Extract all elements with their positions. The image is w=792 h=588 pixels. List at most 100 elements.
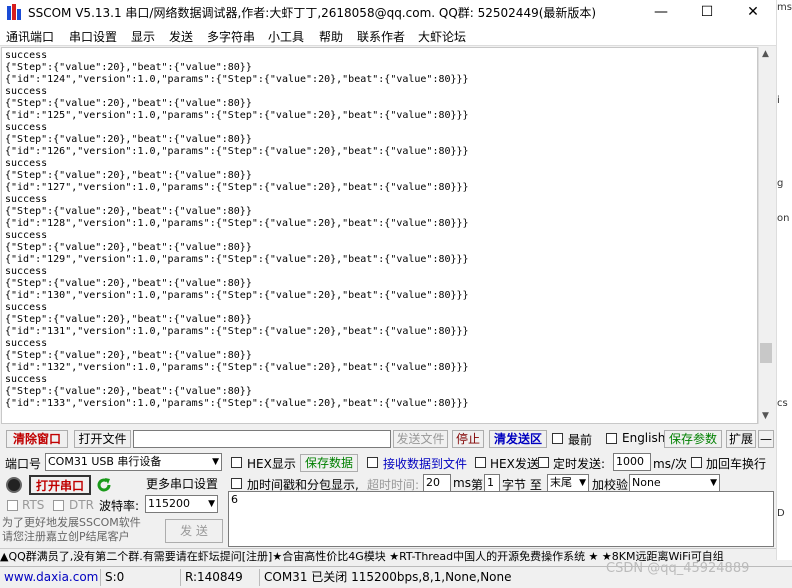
end-select-value: 末尾 bbox=[550, 476, 572, 489]
menu-display[interactable]: 显示 bbox=[131, 28, 155, 45]
menu-multi-string[interactable]: 多字符串 bbox=[207, 28, 255, 45]
promo-text[interactable]: 为了更好地发展SSCOM软件 请您注册嘉立创P结尾客户 bbox=[2, 516, 162, 544]
receive-line: success bbox=[5, 338, 48, 349]
hex-display-label: HEX显示 bbox=[247, 457, 296, 471]
receive-scrollbar[interactable]: ▲ ▼ bbox=[758, 47, 775, 424]
receive-line: {"Step":{"value":20},"beat":{"value":80}… bbox=[5, 62, 252, 73]
send-file-button[interactable]: 发送文件 bbox=[393, 430, 448, 448]
save-data-button[interactable]: 保存数据 bbox=[300, 454, 358, 472]
menu-contact-author[interactable]: 联系作者 bbox=[357, 28, 405, 45]
receive-line: {"id":"129","version":1.0,"params":{"Ste… bbox=[5, 254, 469, 265]
receive-line: success bbox=[5, 158, 48, 169]
receive-area[interactable]: success {"Step":{"value":20},"beat":{"val… bbox=[1, 47, 758, 424]
receive-line: {"Step":{"value":20},"beat":{"value":80}… bbox=[5, 134, 252, 145]
rts-label: RTS bbox=[22, 498, 45, 512]
side-text: ms bbox=[777, 2, 792, 13]
open-file-button[interactable]: 打开文件 bbox=[74, 430, 131, 448]
stop-button[interactable]: 停止 bbox=[452, 430, 484, 448]
menu-serial-settings[interactable]: 串口设置 bbox=[69, 28, 117, 45]
receive-line: {"Step":{"value":20},"beat":{"value":80}… bbox=[5, 350, 252, 361]
app-icon bbox=[7, 4, 21, 20]
english-checkbox[interactable] bbox=[606, 433, 617, 444]
status-port-state: COM31 已关闭 115200bps,8,1,None,None bbox=[259, 569, 512, 586]
refresh-icon[interactable] bbox=[95, 476, 113, 494]
expand-button[interactable]: 扩展 bbox=[726, 430, 756, 448]
clear-window-button[interactable]: 清除窗口 bbox=[6, 430, 68, 448]
add-crlf-label: 加回车换行 bbox=[706, 457, 767, 471]
timestamp-checkbox[interactable] bbox=[231, 478, 242, 489]
scroll-down-icon[interactable]: ▼ bbox=[762, 411, 769, 421]
close-button[interactable]: ✕ bbox=[730, 0, 776, 24]
english-label: English bbox=[622, 431, 666, 445]
end-select[interactable]: 末尾 ▼ bbox=[547, 474, 589, 492]
menu-send[interactable]: 发送 bbox=[169, 28, 193, 45]
receive-line: {"id":"127","version":1.0,"params":{"Ste… bbox=[5, 182, 469, 193]
side-text: on bbox=[777, 213, 790, 224]
receive-line: {"Step":{"value":20},"beat":{"value":80}… bbox=[5, 206, 252, 217]
timed-send-checkbox[interactable] bbox=[538, 457, 549, 468]
recv-to-file-label: 接收数据到文件 bbox=[383, 457, 468, 471]
port-status-indicator bbox=[6, 477, 22, 493]
baud-select-value: 115200 bbox=[148, 497, 190, 510]
more-settings-link[interactable]: 更多串口设置 bbox=[146, 475, 218, 492]
baud-select[interactable]: 115200 ▼ bbox=[145, 495, 218, 513]
port-label: 端口号 bbox=[5, 457, 42, 471]
interval-input[interactable]: 1000 bbox=[613, 453, 651, 471]
chevron-down-icon: ▼ bbox=[710, 478, 717, 488]
send-input[interactable]: 6 bbox=[228, 491, 774, 547]
receive-line: {"Step":{"value":20},"beat":{"value":80}… bbox=[5, 170, 252, 181]
timed-send-label: 定时发送: bbox=[553, 457, 606, 471]
dtr-label: DTR bbox=[69, 498, 94, 512]
receive-line: {"Step":{"value":20},"beat":{"value":80}… bbox=[5, 314, 252, 325]
timeout-input[interactable]: 20 bbox=[423, 474, 451, 492]
status-url[interactable]: www.daxia.com bbox=[4, 569, 98, 586]
window-title: SSCOM V5.13.1 串口/网络数据调试器,作者:大虾丁丁,2618058… bbox=[28, 6, 597, 20]
save-params-button[interactable]: 保存参数 bbox=[664, 430, 722, 448]
dtr-checkbox[interactable] bbox=[53, 500, 64, 511]
hex-send-checkbox[interactable] bbox=[475, 457, 486, 468]
add-crlf-checkbox[interactable] bbox=[691, 457, 702, 468]
menu-comm-port[interactable]: 通讯端口 bbox=[6, 28, 54, 45]
baud-label: 波特率: bbox=[99, 499, 140, 513]
receive-line: {"Step":{"value":20},"beat":{"value":80}… bbox=[5, 98, 252, 109]
port-select[interactable]: COM31 USB 串行设备 ▼ bbox=[45, 453, 222, 471]
open-port-button[interactable]: 打开串口 bbox=[29, 475, 91, 495]
receive-line: {"id":"130","version":1.0,"params":{"Ste… bbox=[5, 290, 469, 301]
rts-checkbox[interactable] bbox=[7, 500, 18, 511]
checksum-select-value: None bbox=[632, 476, 661, 489]
recv-to-file-checkbox[interactable] bbox=[367, 457, 378, 468]
receive-line: {"id":"125","version":1.0,"params":{"Ste… bbox=[5, 110, 469, 121]
hex-send-label: HEX发送 bbox=[490, 457, 539, 471]
topmost-checkbox[interactable] bbox=[552, 433, 563, 444]
topmost-label: 最前 bbox=[568, 433, 593, 447]
maximize-button[interactable]: ☐ bbox=[684, 0, 730, 24]
chevron-down-icon: ▼ bbox=[579, 478, 586, 488]
scrollbar-thumb[interactable] bbox=[760, 343, 772, 363]
nth-input[interactable]: 1 bbox=[484, 474, 500, 492]
side-text: cs bbox=[777, 398, 788, 409]
hex-display-checkbox[interactable] bbox=[231, 457, 242, 468]
timeout-unit: ms bbox=[453, 476, 471, 490]
menu-tools[interactable]: 小工具 bbox=[268, 28, 304, 45]
checksum-select[interactable]: None ▼ bbox=[629, 474, 720, 492]
chevron-down-icon: ▼ bbox=[212, 457, 219, 467]
clear-send-button[interactable]: 清发送区 bbox=[489, 430, 547, 448]
receive-line: success bbox=[5, 50, 48, 61]
menu-help[interactable]: 帮助 bbox=[319, 28, 343, 45]
send-button[interactable]: 发 送 bbox=[165, 519, 223, 543]
side-text: i bbox=[777, 95, 780, 106]
menu-forum[interactable]: 大虾论坛 bbox=[418, 28, 466, 45]
receive-line: success bbox=[5, 302, 48, 313]
file-path-input[interactable] bbox=[133, 430, 391, 448]
receive-line: {"Step":{"value":20},"beat":{"value":80}… bbox=[5, 386, 252, 397]
scroll-up-icon[interactable]: ▲ bbox=[762, 49, 769, 59]
collapse-button[interactable]: — bbox=[758, 430, 774, 448]
receive-line: {"id":"133","version":1.0,"params":{"Ste… bbox=[5, 398, 469, 409]
watermark: CSDN @qq_45924889 bbox=[606, 561, 750, 576]
side-text: g bbox=[777, 178, 784, 189]
receive-line: success bbox=[5, 194, 48, 205]
receive-line: success bbox=[5, 266, 48, 277]
receive-line: {"id":"124","version":1.0,"params":{"Ste… bbox=[5, 74, 469, 85]
chevron-down-icon: ▼ bbox=[208, 499, 215, 509]
minimize-button[interactable]: — bbox=[638, 0, 684, 24]
